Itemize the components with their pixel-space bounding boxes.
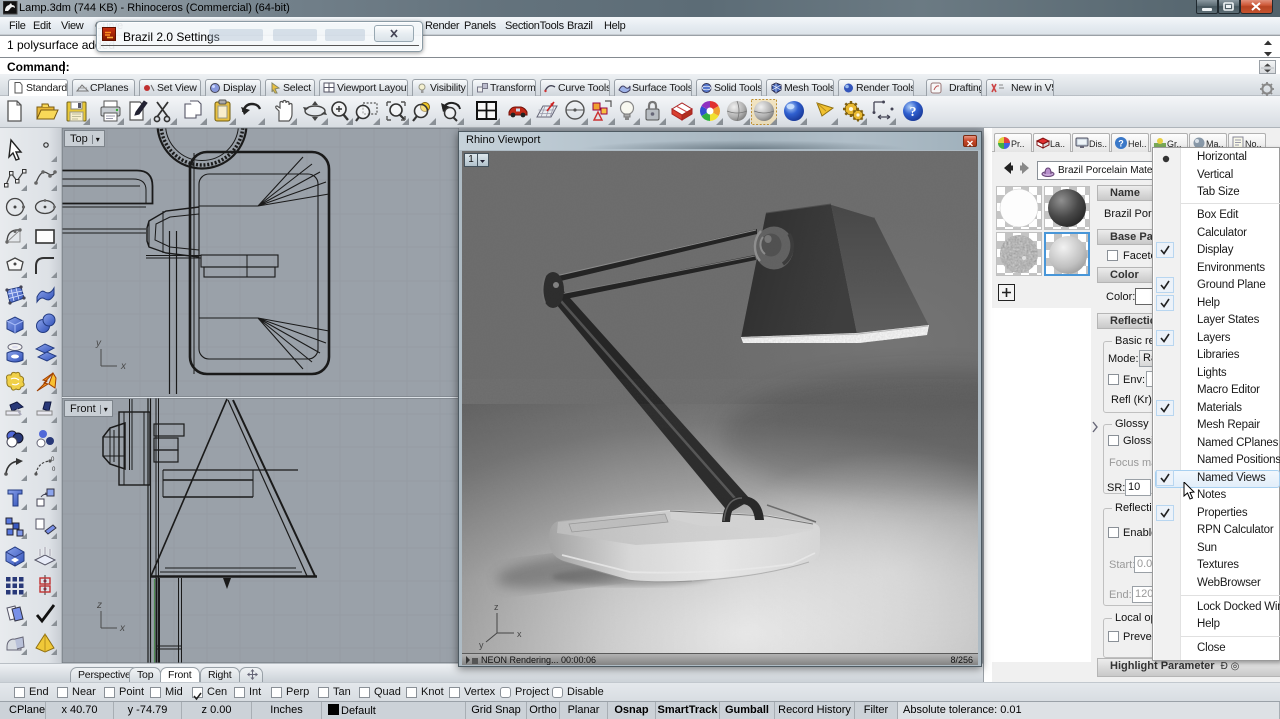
svg-text:0: 0 (52, 467, 56, 473)
svg-text:?: ? (910, 105, 917, 120)
svg-text:?: ? (1118, 139, 1124, 149)
svg-text:z: z (96, 600, 102, 611)
svg-text:y: y (95, 338, 102, 349)
svg-text:x: x (119, 623, 126, 634)
svg-text:x: x (120, 361, 127, 372)
svg-text:0: 0 (51, 457, 55, 463)
